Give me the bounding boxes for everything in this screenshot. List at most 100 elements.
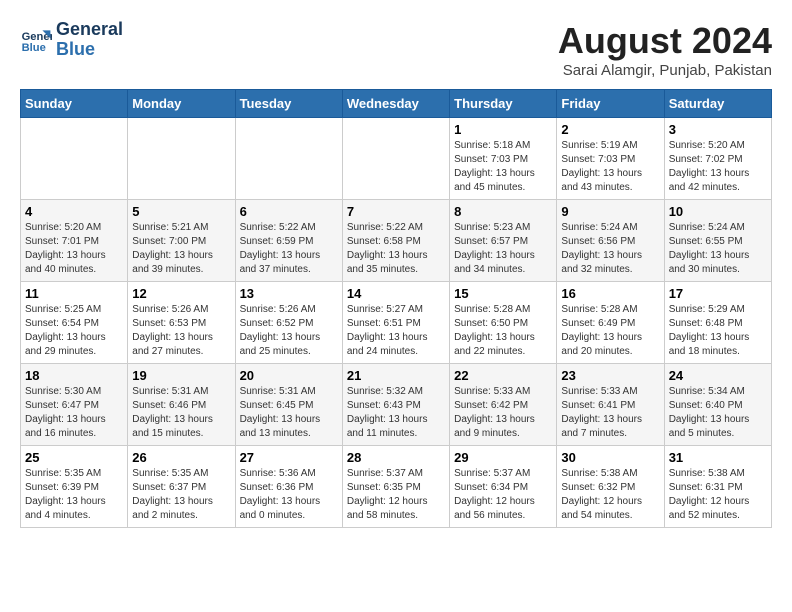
calendar-week-row: 4 Sunrise: 5:20 AMSunset: 7:01 PMDaylight…	[21, 200, 772, 282]
day-info: Sunrise: 5:35 AMSunset: 6:39 PMDaylight:…	[25, 467, 123, 523]
day-info: Sunrise: 5:20 AMSunset: 7:02 PMDaylight:…	[669, 139, 767, 195]
page-subtitle: Sarai Alamgir, Punjab, Pakistan	[558, 62, 772, 79]
weekday-header: Tuesday	[235, 90, 342, 118]
day-number: 30	[561, 450, 659, 465]
calendar-cell: 31Sunrise: 5:38 AMSunset: 6:31 PMDayligh…	[664, 446, 771, 528]
day-number: 15	[454, 286, 552, 301]
calendar-table: SundayMondayTuesdayWednesdayThursdayFrid…	[20, 89, 772, 528]
calendar-cell: 29Sunrise: 5:37 AMSunset: 6:34 PMDayligh…	[450, 446, 557, 528]
day-number: 25	[25, 450, 123, 465]
calendar-cell: 22 Sunrise: 5:33 AMSunset: 6:42 PMDayligh…	[450, 364, 557, 446]
day-number: 21	[347, 368, 445, 383]
calendar-cell: 4 Sunrise: 5:20 AMSunset: 7:01 PMDaylight…	[21, 200, 128, 282]
day-number: 22	[454, 368, 552, 383]
day-info: Sunrise: 5:28 AMSunset: 6:50 PMDaylight:…	[454, 303, 552, 359]
title-area: August 2024 Sarai Alamgir, Punjab, Pakis…	[558, 20, 772, 79]
day-number: 10	[669, 204, 767, 219]
calendar-cell: 8Sunrise: 5:23 AMSunset: 6:57 PMDaylight…	[450, 200, 557, 282]
day-number: 2	[561, 122, 659, 137]
calendar-cell: 2 Sunrise: 5:19 AMSunset: 7:03 PMDaylight…	[557, 118, 664, 200]
day-number: 16	[561, 286, 659, 301]
day-info: Sunrise: 5:34 AMSunset: 6:40 PMDaylight:…	[669, 385, 767, 441]
day-info: Sunrise: 5:35 AMSunset: 6:37 PMDaylight:…	[132, 467, 230, 523]
day-info: Sunrise: 5:28 AMSunset: 6:49 PMDaylight:…	[561, 303, 659, 359]
day-info: Sunrise: 5:20 AMSunset: 7:01 PMDaylight:…	[25, 221, 123, 277]
calendar-cell: 11 Sunrise: 5:25 AMSunset: 6:54 PMDayligh…	[21, 282, 128, 364]
calendar-cell: 1 Sunrise: 5:18 AMSunset: 7:03 PMDaylight…	[450, 118, 557, 200]
day-number: 23	[561, 368, 659, 383]
calendar-cell: 5 Sunrise: 5:21 AMSunset: 7:00 PMDaylight…	[128, 200, 235, 282]
day-info: Sunrise: 5:25 AMSunset: 6:54 PMDaylight:…	[25, 303, 123, 359]
day-info: Sunrise: 5:19 AMSunset: 7:03 PMDaylight:…	[561, 139, 659, 195]
day-info: Sunrise: 5:37 AMSunset: 6:35 PMDaylight:…	[347, 467, 445, 523]
calendar-cell: 7 Sunrise: 5:22 AMSunset: 6:58 PMDaylight…	[342, 200, 449, 282]
weekday-header-row: SundayMondayTuesdayWednesdayThursdayFrid…	[21, 90, 772, 118]
day-info: Sunrise: 5:31 AMSunset: 6:45 PMDaylight:…	[240, 385, 338, 441]
calendar-cell: 26 Sunrise: 5:35 AMSunset: 6:37 PMDayligh…	[128, 446, 235, 528]
day-info: Sunrise: 5:22 AMSunset: 6:58 PMDaylight:…	[347, 221, 445, 277]
calendar-cell: 6Sunrise: 5:22 AMSunset: 6:59 PMDaylight…	[235, 200, 342, 282]
day-info: Sunrise: 5:18 AMSunset: 7:03 PMDaylight:…	[454, 139, 552, 195]
page-title: August 2024	[558, 20, 772, 62]
calendar-week-row: 18Sunrise: 5:30 AMSunset: 6:47 PMDayligh…	[21, 364, 772, 446]
weekday-header: Wednesday	[342, 90, 449, 118]
calendar-cell: 27 Sunrise: 5:36 AMSunset: 6:36 PMDayligh…	[235, 446, 342, 528]
day-info: Sunrise: 5:23 AMSunset: 6:57 PMDaylight:…	[454, 221, 552, 277]
calendar-cell: 20 Sunrise: 5:31 AMSunset: 6:45 PMDayligh…	[235, 364, 342, 446]
day-info: Sunrise: 5:24 AMSunset: 6:55 PMDaylight:…	[669, 221, 767, 277]
day-number: 3	[669, 122, 767, 137]
day-info: Sunrise: 5:27 AMSunset: 6:51 PMDaylight:…	[347, 303, 445, 359]
day-number: 14	[347, 286, 445, 301]
day-info: Sunrise: 5:29 AMSunset: 6:48 PMDaylight:…	[669, 303, 767, 359]
day-number: 29	[454, 450, 552, 465]
day-number: 1	[454, 122, 552, 137]
calendar-week-row: 1 Sunrise: 5:18 AMSunset: 7:03 PMDaylight…	[21, 118, 772, 200]
calendar-cell: 28 Sunrise: 5:37 AMSunset: 6:35 PMDayligh…	[342, 446, 449, 528]
calendar-cell: 14 Sunrise: 5:27 AMSunset: 6:51 PMDayligh…	[342, 282, 449, 364]
calendar-cell: 25 Sunrise: 5:35 AMSunset: 6:39 PMDayligh…	[21, 446, 128, 528]
day-number: 5	[132, 204, 230, 219]
calendar-cell: 13Sunrise: 5:26 AMSunset: 6:52 PMDayligh…	[235, 282, 342, 364]
day-number: 27	[240, 450, 338, 465]
calendar-cell: 21 Sunrise: 5:32 AMSunset: 6:43 PMDayligh…	[342, 364, 449, 446]
calendar-cell	[342, 118, 449, 200]
day-number: 17	[669, 286, 767, 301]
day-number: 12	[132, 286, 230, 301]
logo-text: General Blue	[56, 20, 123, 60]
day-number: 20	[240, 368, 338, 383]
day-info: Sunrise: 5:21 AMSunset: 7:00 PMDaylight:…	[132, 221, 230, 277]
calendar-cell: 18Sunrise: 5:30 AMSunset: 6:47 PMDayligh…	[21, 364, 128, 446]
day-number: 4	[25, 204, 123, 219]
day-info: Sunrise: 5:38 AMSunset: 6:32 PMDaylight:…	[561, 467, 659, 523]
svg-text:Blue: Blue	[22, 42, 46, 54]
day-info: Sunrise: 5:26 AMSunset: 6:52 PMDaylight:…	[240, 303, 338, 359]
day-number: 28	[347, 450, 445, 465]
calendar-cell: 3 Sunrise: 5:20 AMSunset: 7:02 PMDaylight…	[664, 118, 771, 200]
weekday-header: Saturday	[664, 90, 771, 118]
day-info: Sunrise: 5:24 AMSunset: 6:56 PMDaylight:…	[561, 221, 659, 277]
day-info: Sunrise: 5:31 AMSunset: 6:46 PMDaylight:…	[132, 385, 230, 441]
day-number: 7	[347, 204, 445, 219]
calendar-cell: 9 Sunrise: 5:24 AMSunset: 6:56 PMDaylight…	[557, 200, 664, 282]
logo: General Blue General Blue	[20, 20, 123, 60]
day-number: 9	[561, 204, 659, 219]
calendar-week-row: 25 Sunrise: 5:35 AMSunset: 6:39 PMDayligh…	[21, 446, 772, 528]
calendar-cell	[128, 118, 235, 200]
weekday-header: Monday	[128, 90, 235, 118]
day-number: 19	[132, 368, 230, 383]
day-info: Sunrise: 5:36 AMSunset: 6:36 PMDaylight:…	[240, 467, 338, 523]
day-info: Sunrise: 5:32 AMSunset: 6:43 PMDaylight:…	[347, 385, 445, 441]
weekday-header: Sunday	[21, 90, 128, 118]
calendar-cell: 10 Sunrise: 5:24 AMSunset: 6:55 PMDayligh…	[664, 200, 771, 282]
calendar-cell: 19 Sunrise: 5:31 AMSunset: 6:46 PMDayligh…	[128, 364, 235, 446]
calendar-cell: 23 Sunrise: 5:33 AMSunset: 6:41 PMDayligh…	[557, 364, 664, 446]
calendar-cell: 15 Sunrise: 5:28 AMSunset: 6:50 PMDayligh…	[450, 282, 557, 364]
day-info: Sunrise: 5:33 AMSunset: 6:42 PMDaylight:…	[454, 385, 552, 441]
day-number: 26	[132, 450, 230, 465]
page-header: General Blue General Blue August 2024 Sa…	[20, 20, 772, 79]
day-info: Sunrise: 5:22 AMSunset: 6:59 PMDaylight:…	[240, 221, 338, 277]
day-info: Sunrise: 5:33 AMSunset: 6:41 PMDaylight:…	[561, 385, 659, 441]
day-number: 11	[25, 286, 123, 301]
logo-icon: General Blue	[20, 24, 52, 56]
weekday-header: Friday	[557, 90, 664, 118]
